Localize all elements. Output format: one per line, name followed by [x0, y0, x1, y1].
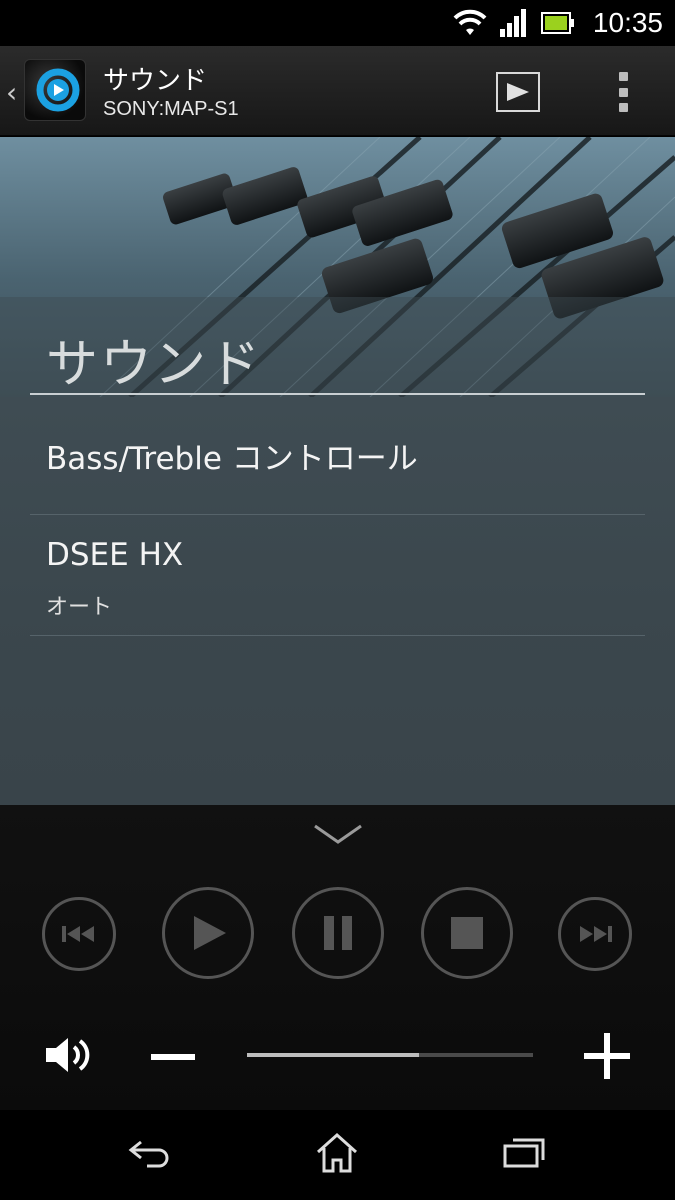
- speaker-icon: [44, 1035, 92, 1079]
- navigation-bar: [0, 1110, 675, 1200]
- back-chevron-icon[interactable]: ‹: [6, 76, 17, 109]
- back-icon[interactable]: [120, 1128, 180, 1178]
- setting-bass-treble-label: Bass/Treble コントロール: [46, 441, 418, 477]
- volume-slider[interactable]: [247, 1053, 533, 1057]
- overflow-menu-icon[interactable]: [617, 72, 629, 112]
- pause-button[interactable]: [292, 887, 384, 979]
- play-icon[interactable]: [496, 72, 540, 112]
- recent-apps-icon[interactable]: [494, 1128, 554, 1178]
- volume-up-button[interactable]: [584, 1033, 630, 1079]
- volume-level: [247, 1053, 419, 1057]
- home-icon[interactable]: [307, 1128, 367, 1178]
- settings-content: サウンド Bass/Treble コントロール DSEE HX オート: [0, 137, 675, 805]
- volume-down-button[interactable]: [151, 1054, 195, 1060]
- previous-icon: [62, 926, 94, 942]
- row-divider: [30, 635, 645, 636]
- next-button[interactable]: [558, 897, 632, 971]
- setting-dsee-hx-label: DSEE HX: [46, 537, 184, 573]
- next-icon: [580, 926, 612, 942]
- wifi-icon: [453, 9, 487, 37]
- app-title: サウンド: [103, 66, 208, 96]
- signal-icon: [499, 9, 529, 37]
- player-panel: [0, 805, 675, 1110]
- stop-button[interactable]: [421, 887, 513, 979]
- battery-icon: [540, 11, 575, 35]
- previous-button[interactable]: [42, 897, 116, 971]
- app-icon[interactable]: [24, 59, 86, 121]
- chevron-down-icon[interactable]: [313, 823, 363, 849]
- action-bar: ‹ サウンド SONY:MAP-S1: [0, 46, 675, 136]
- clock: 10:35: [592, 7, 663, 38]
- stop-icon: [451, 917, 483, 949]
- setting-dsee-hx-value: オート: [46, 595, 113, 620]
- play-icon: [194, 916, 226, 950]
- device-name: SONY:MAP-S1: [103, 98, 239, 120]
- pause-icon: [324, 916, 352, 950]
- status-bar: 10:35: [0, 0, 675, 46]
- page-title: サウンド: [46, 335, 263, 395]
- play-button[interactable]: [162, 887, 254, 979]
- setting-dsee-hx[interactable]: [30, 515, 645, 635]
